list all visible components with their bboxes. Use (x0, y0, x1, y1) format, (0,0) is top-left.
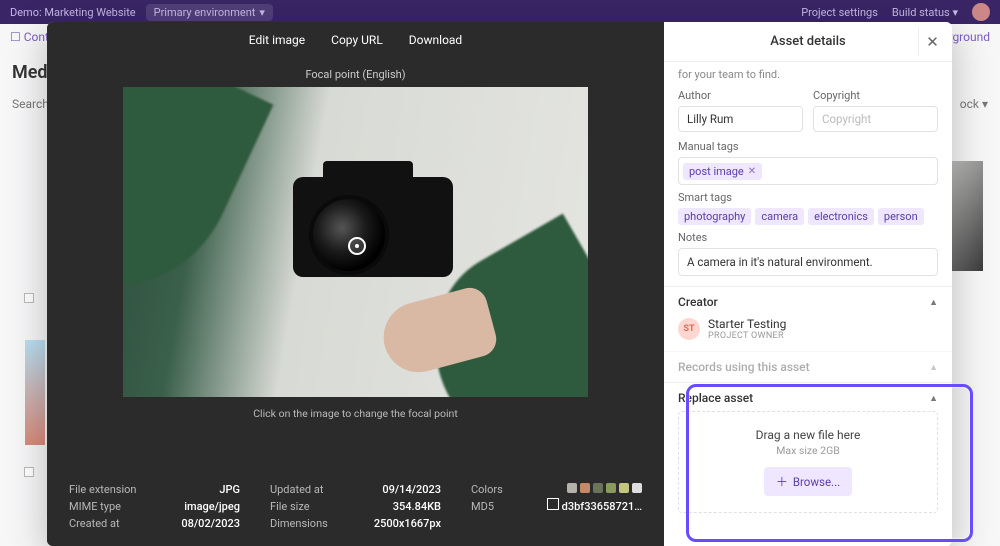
notes-label: Notes (678, 231, 938, 244)
smart-tag: person (878, 208, 924, 225)
image-panel: Edit image Copy URL Download Focal point… (47, 22, 664, 546)
color-swatch[interactable] (567, 483, 577, 493)
copyright-input[interactable] (813, 106, 938, 132)
browse-button[interactable]: ＋ Browse... (764, 467, 852, 496)
chevron-down-icon: ▾ (982, 97, 988, 111)
color-swatch[interactable] (580, 483, 590, 493)
details-header: Asset details ✕ (664, 22, 952, 62)
asset-preview[interactable] (123, 87, 588, 397)
md5-value[interactable]: d3bf33658721… (549, 500, 642, 513)
copyright-label: Copyright (813, 89, 938, 102)
build-status-link[interactable]: Build status ▾ (892, 6, 958, 19)
smart-tags-list: photographycameraelectronicsperson (678, 208, 938, 225)
smart-tag: electronics (808, 208, 874, 225)
details-panel: Asset details ✕ for your team to find. A… (664, 22, 952, 546)
details-title: Asset details (678, 34, 938, 49)
nav-playground[interactable]: yground (947, 30, 990, 44)
project-name[interactable]: Demo: Marketing Website (10, 6, 136, 19)
replace-asset-section: Replace asset ▲ Drag a new file here Max… (664, 382, 952, 521)
user-avatar[interactable] (972, 3, 990, 21)
creator-toggle[interactable]: Creator ▲ (678, 295, 938, 309)
smart-tag: photography (678, 208, 751, 225)
copy-url-button[interactable]: Copy URL (331, 33, 383, 47)
remove-tag-icon[interactable]: ✕ (748, 166, 756, 177)
creator-section: Creator ▲ ST Starter Testing PROJECT OWN… (664, 286, 952, 351)
image-actions: Edit image Copy URL Download (47, 22, 664, 58)
download-button[interactable]: Download (409, 33, 462, 47)
search-input[interactable]: Search (12, 97, 49, 111)
asset-modal: Edit image Copy URL Download Focal point… (47, 22, 952, 546)
caret-down-icon: ▲ (929, 362, 938, 373)
smart-tag: camera (755, 208, 804, 225)
replace-dropzone[interactable]: Drag a new file here Max size 2GB ＋ Brow… (678, 411, 938, 513)
color-swatch[interactable] (606, 483, 616, 493)
smart-tags-label: Smart tags (678, 191, 938, 204)
focal-point-marker[interactable] (348, 237, 366, 255)
creator-name: Starter Testing (708, 317, 786, 331)
plus-icon: ＋ (776, 473, 788, 490)
close-button[interactable]: ✕ (918, 28, 946, 56)
color-swatches (567, 483, 642, 496)
copy-icon (549, 500, 559, 510)
project-settings-link[interactable]: Project settings (801, 6, 878, 19)
sort-select[interactable]: ock ▾ (960, 97, 988, 111)
leaf-decor (123, 87, 273, 322)
color-swatch[interactable] (619, 483, 629, 493)
caret-up-icon: ▲ (929, 297, 938, 308)
caret-up-icon: ▲ (929, 393, 938, 404)
manual-tags-input[interactable]: post image✕ (678, 157, 938, 185)
creator-avatar: ST (678, 318, 700, 340)
asset-checkbox[interactable] (24, 467, 34, 477)
author-input[interactable] (678, 106, 803, 132)
records-section: Records using this asset ▲ (664, 351, 952, 382)
asset-meta: File extensionJPG MIME typeimage/jpeg Cr… (47, 469, 664, 546)
environment-picker[interactable]: Primary environment ▾ (146, 4, 273, 21)
tag[interactable]: post image✕ (683, 163, 762, 180)
chevron-down-icon: ▾ (259, 6, 265, 19)
creator-role: PROJECT OWNER (708, 331, 786, 341)
app-topbar: Demo: Marketing Website Primary environm… (0, 0, 1000, 24)
replace-toggle[interactable]: Replace asset ▲ (678, 391, 938, 405)
hint-fragment: for your team to find. (678, 62, 938, 89)
focal-point-hint: Click on the image to change the focal p… (47, 397, 664, 430)
records-toggle[interactable]: Records using this asset ▲ (678, 360, 938, 374)
camera-decor (293, 177, 453, 277)
notes-input[interactable]: A camera in it's natural environment. (678, 248, 938, 276)
edit-image-button[interactable]: Edit image (249, 33, 305, 47)
focal-point-label: Focal point (English) (47, 58, 664, 87)
color-swatch[interactable] (593, 483, 603, 493)
chevron-down-icon: ▾ (952, 6, 958, 19)
asset-thumbnail[interactable] (25, 340, 45, 445)
manual-tags-label: Manual tags (678, 140, 938, 153)
color-swatch[interactable] (632, 483, 642, 493)
asset-checkbox[interactable] (24, 293, 34, 303)
author-label: Author (678, 89, 803, 102)
